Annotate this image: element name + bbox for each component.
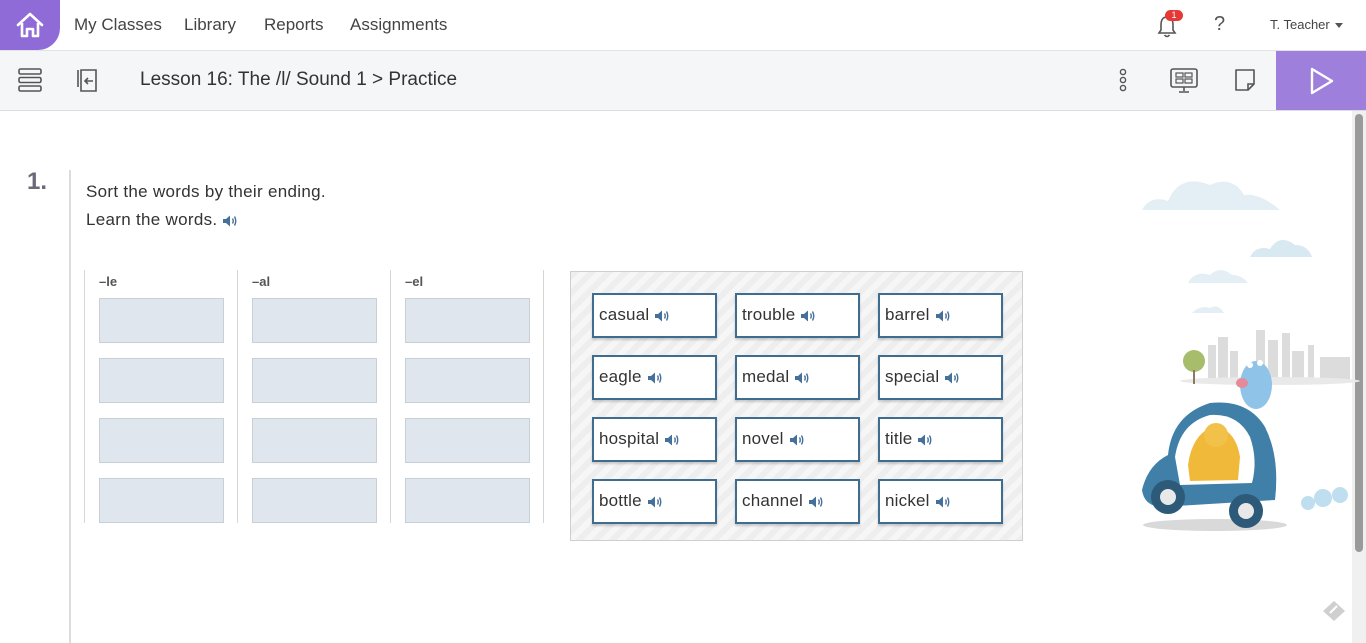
word-card[interactable]: nickel [878,479,1003,524]
speaker-icon[interactable] [917,433,933,447]
top-nav: My Classes Library Reports Assignments 1… [0,0,1366,51]
speaker-icon[interactable] [647,495,663,509]
drop-slot-le-3[interactable] [99,418,224,463]
word-label: novel [742,429,784,448]
drop-slot-al-2[interactable] [252,358,377,403]
notes-icon[interactable] [1233,65,1257,95]
home-button[interactable] [0,0,60,50]
drop-slot-al-3[interactable] [252,418,377,463]
play-button[interactable] [1276,51,1366,110]
speaker-icon[interactable] [800,309,816,323]
speaker-icon[interactable] [794,371,810,385]
nav-my-classes[interactable]: My Classes [74,15,162,35]
column-header-el: –el [405,274,424,289]
column-divider [390,270,391,523]
instruction-learn: Learn the words. [86,210,238,230]
word-card[interactable]: channel [735,479,860,524]
word-label: title [885,429,913,448]
column-divider [237,270,238,523]
speaker-icon[interactable] [664,433,680,447]
drop-slot-le-4[interactable] [99,478,224,523]
word-label: barrel [885,305,930,324]
column-header-le: –le [99,274,118,289]
play-icon [1310,67,1334,94]
speaker-icon[interactable] [654,309,670,323]
home-icon [16,12,44,38]
speaker-icon[interactable] [944,371,960,385]
drop-slot-al-1[interactable] [252,298,377,343]
word-label: hospital [599,429,660,448]
question-divider [69,170,71,643]
chevron-down-icon [1334,23,1343,29]
lesson-breadcrumb: Lesson 16: The /l/ Sound 1 > Practice [140,69,458,90]
instruction-learn-text: Learn the words. [86,210,218,229]
word-card[interactable]: casual [592,293,717,338]
word-card[interactable]: hospital [592,417,717,462]
nav-reports[interactable]: Reports [264,15,324,35]
word-card[interactable]: title [878,417,1003,462]
user-menu[interactable]: T. Teacher [1270,17,1343,32]
car-illustration [1142,181,1360,531]
speaker-icon[interactable] [808,495,824,509]
assign-icon[interactable] [76,65,100,95]
word-card[interactable]: eagle [592,355,717,400]
speaker-icon[interactable] [647,371,663,385]
more-vertical-icon[interactable] [1116,65,1130,95]
word-card[interactable]: bottle [592,479,717,524]
word-card[interactable]: barrel [878,293,1003,338]
word-label: special [885,367,940,386]
list-view-icon[interactable] [17,65,43,95]
nav-library[interactable]: Library [184,15,236,35]
word-label: bottle [599,491,642,510]
word-label: medal [742,367,790,386]
word-label: trouble [742,305,796,324]
question-number: 1. [27,168,48,195]
lesson-toolbar: Lesson 16: The /l/ Sound 1 > Practice [0,51,1366,111]
word-label: eagle [599,367,642,386]
drop-slot-el-4[interactable] [405,478,530,523]
nav-assignments[interactable]: Assignments [350,15,447,35]
speaker-icon[interactable] [789,433,805,447]
speaker-icon[interactable] [935,495,951,509]
word-label: casual [599,305,650,324]
notification-badge: 1 [1165,10,1183,21]
word-label: channel [742,491,803,510]
column-header-al: –al [252,274,271,289]
word-card[interactable]: special [878,355,1003,400]
word-card[interactable]: trouble [735,293,860,338]
user-name: T. Teacher [1270,17,1330,32]
drop-slot-el-1[interactable] [405,298,530,343]
speaker-icon[interactable] [935,309,951,323]
word-card[interactable]: novel [735,417,860,462]
feedback-icon[interactable] [1320,598,1348,624]
drop-slot-el-3[interactable] [405,418,530,463]
speaker-icon[interactable] [222,214,238,228]
drop-slot-le-1[interactable] [99,298,224,343]
column-divider [543,270,544,523]
instruction-sort: Sort the words by their ending. [86,182,326,201]
word-label: nickel [885,491,930,510]
column-divider [84,270,85,523]
present-icon[interactable] [1169,65,1199,95]
drop-slot-le-2[interactable] [99,358,224,403]
word-card[interactable]: medal [735,355,860,400]
drop-slot-el-2[interactable] [405,358,530,403]
help-icon[interactable]: ? [1214,13,1225,36]
drop-slot-al-4[interactable] [252,478,377,523]
